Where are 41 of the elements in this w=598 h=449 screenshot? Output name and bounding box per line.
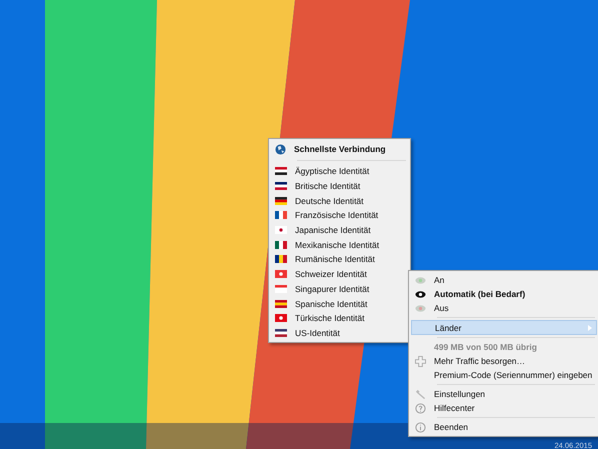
menu-item[interactable]: Singapurer Identität [271, 282, 408, 296]
flag-icon [275, 284, 287, 293]
menu-item[interactable]: Hilfecenter [411, 401, 597, 415]
plus-icon [415, 356, 426, 366]
menu-item[interactable]: US-Identität [271, 326, 408, 340]
wrench-icon [415, 388, 426, 400]
menu-item[interactable]: Französische Identität [271, 208, 408, 223]
menu-item[interactable]: An [411, 273, 597, 287]
menu-item[interactable]: Schnellste Verbindung [271, 141, 408, 157]
flag-icon [275, 328, 287, 337]
menu-item[interactable]: Mehr Traffic besorgen… [411, 354, 597, 368]
info-icon [415, 422, 426, 432]
menu-item[interactable]: Einstellungen [411, 387, 597, 401]
menu-item[interactable]: Mexikanische Identität [271, 237, 408, 252]
menu-item[interactable]: Türkische Identität [271, 310, 408, 326]
menu-item[interactable]: Premium-Code (Seriennummer) eingeben [411, 368, 597, 382]
flag-icon [275, 314, 287, 322]
menu-item[interactable]: Aus [411, 301, 597, 315]
menu-item[interactable]: Spanische Identität [271, 296, 408, 311]
flag-icon [275, 226, 287, 234]
flag-icon [275, 270, 287, 278]
menu-item[interactable]: Automatik (bei Bedarf) [411, 287, 597, 301]
flag-icon [275, 300, 287, 308]
help-icon [415, 402, 426, 414]
flag-icon [275, 167, 287, 176]
menu-item[interactable]: Schweizer Identität [271, 266, 408, 282]
flag-icon [275, 240, 287, 249]
flag-icon [275, 196, 287, 205]
menu-item[interactable]: Britische Identität [271, 178, 408, 194]
traffic-info: 499 MB von 500 MB übrig [433, 341, 538, 354]
menu-item[interactable]: Beenden [411, 420, 597, 434]
menu-item[interactable]: Länder [411, 320, 597, 335]
flag-icon [275, 255, 287, 264]
menu-item[interactable]: Rumänische Identität [271, 252, 408, 267]
flag-icon [275, 182, 287, 190]
flag-icon [275, 211, 287, 220]
globe-icon [275, 144, 286, 154]
menu-item[interactable]: Deutsche Identität [271, 193, 408, 208]
menu-item[interactable]: Ägyptische Identität [271, 164, 408, 179]
submenu-arrow-icon [588, 324, 592, 330]
menu-item[interactable]: Japanische Identität [271, 222, 408, 238]
